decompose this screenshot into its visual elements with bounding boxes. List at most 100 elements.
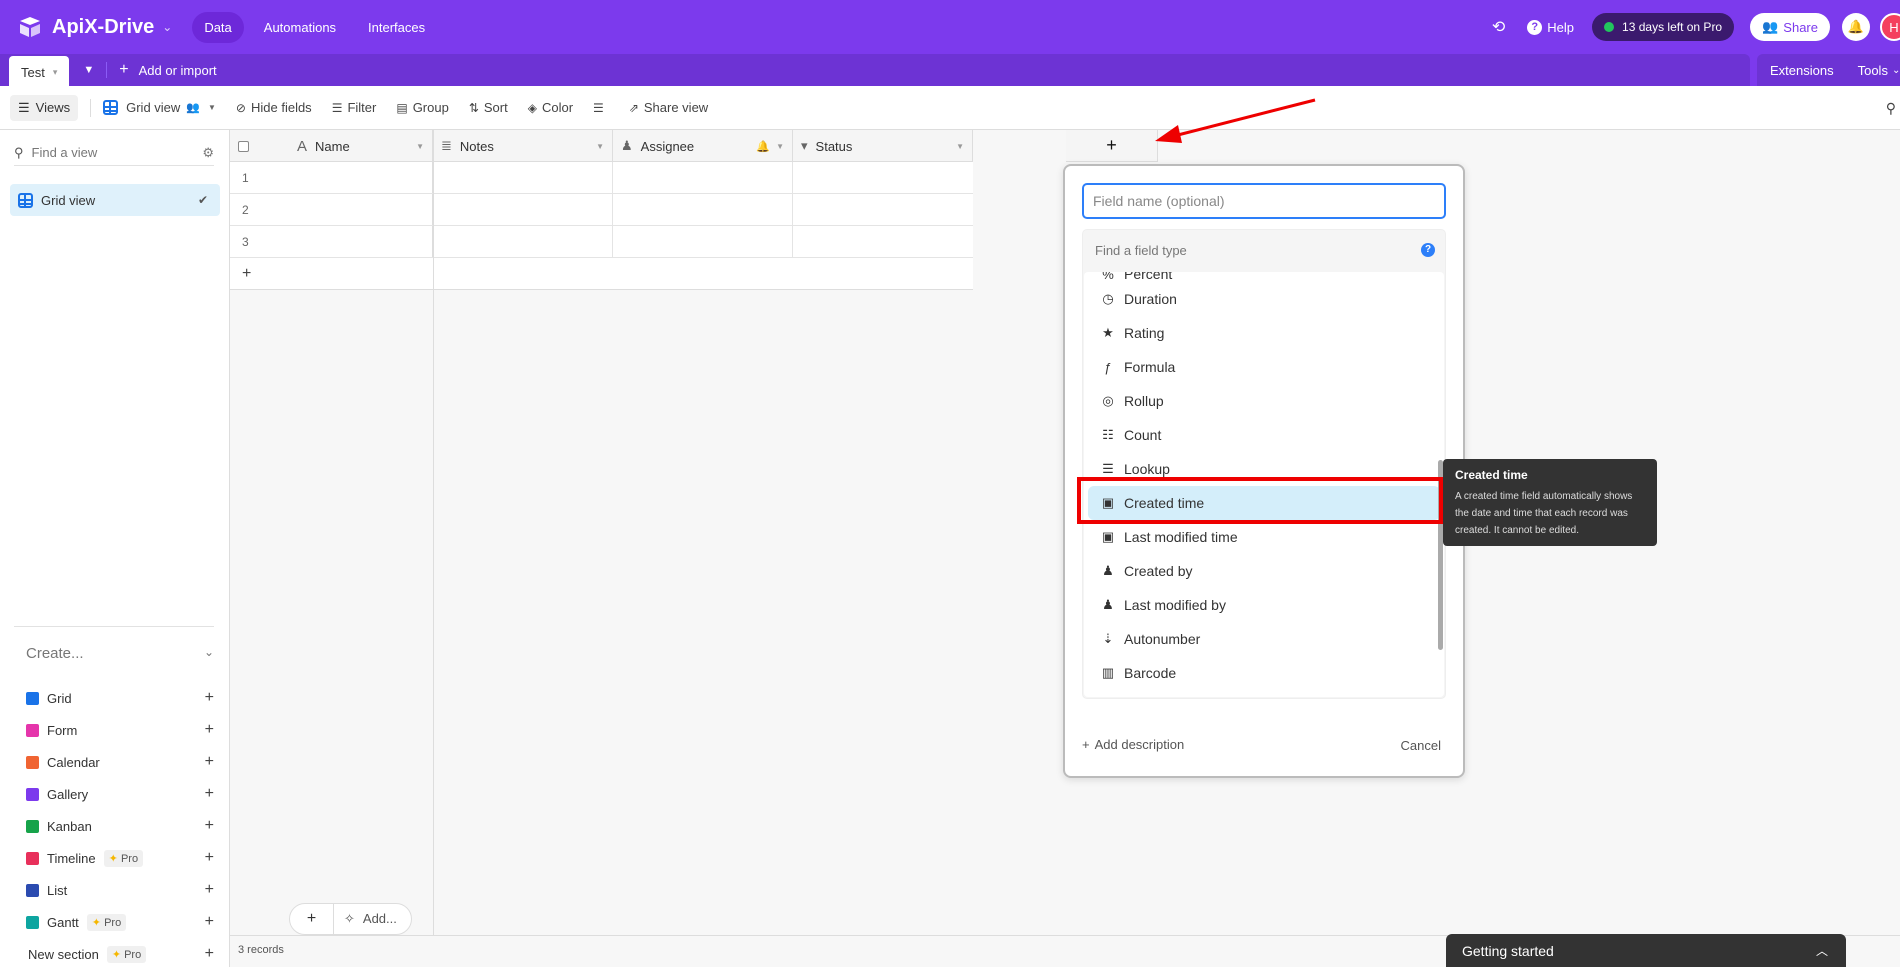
create-view-gantt[interactable]: Gantt ✦ Pro + — [14, 906, 214, 938]
select-all-checkbox[interactable] — [238, 140, 249, 152]
plus-icon[interactable]: + — [205, 753, 214, 771]
hide-fields-button[interactable]: ⊘ Hide fields — [236, 100, 312, 115]
color-button[interactable]: ◈ Color — [528, 100, 573, 115]
add-record-button[interactable]: + — [290, 904, 334, 934]
create-view-list[interactable]: List + — [14, 874, 214, 906]
group-button[interactable]: ▤ Group — [396, 100, 448, 115]
share-view-button[interactable]: ⇗ Share view — [629, 100, 708, 115]
field-type-rating[interactable]: ★ Rating — [1088, 316, 1440, 350]
column-header-name[interactable]: A Name ▼ — [230, 130, 433, 162]
more-tables-chevron-icon[interactable]: ▼ — [83, 64, 94, 76]
extensions-button[interactable]: Extensions — [1770, 63, 1834, 78]
table-row[interactable]: 2 — [230, 194, 973, 226]
cell-notes[interactable] — [433, 194, 613, 225]
dropdown-caret-icon[interactable]: ▼ — [776, 142, 784, 151]
field-type-formula[interactable]: ƒ Formula — [1088, 350, 1440, 384]
create-section-toggle[interactable]: Create... ⌄ — [14, 645, 214, 662]
plus-icon[interactable]: + — [205, 881, 214, 899]
create-view-label: List — [47, 882, 68, 898]
add-row-button[interactable]: + — [230, 258, 973, 290]
create-view-gallery[interactable]: Gallery + — [14, 778, 214, 810]
cancel-button[interactable]: Cancel — [1401, 738, 1441, 753]
plus-icon[interactable]: + — [205, 817, 214, 835]
cell-status[interactable] — [793, 194, 973, 225]
field-type-last-modified-by[interactable]: ♟ Last modified by — [1088, 588, 1440, 622]
field-type-percent[interactable]: % Percent — [1088, 272, 1440, 282]
views-toggle-button[interactable]: ☰ Views — [10, 94, 79, 121]
chevron-down-icon[interactable]: ▾ — [53, 67, 58, 78]
column-header-assignee[interactable]: ♟ Assignee 🔔 ▼ — [613, 130, 793, 162]
nav-tab-automations[interactable]: Automations — [252, 12, 348, 43]
nav-tab-interfaces[interactable]: Interfaces — [356, 12, 437, 43]
search-icon[interactable]: ⚲ — [1886, 100, 1896, 117]
sort-button[interactable]: ⇅ Sort — [469, 100, 508, 115]
share-button[interactable]: 👥 Share — [1750, 13, 1830, 41]
field-name-input[interactable] — [1082, 183, 1446, 219]
table-row[interactable]: 3 — [230, 226, 973, 258]
field-type-created-by[interactable]: ♟ Created by — [1088, 554, 1440, 588]
add-description-button[interactable]: + Add description — [1082, 737, 1184, 752]
app-logo[interactable]: ApiX-Drive ⌄ — [18, 16, 172, 39]
help-icon[interactable]: ? — [1421, 243, 1435, 257]
create-new-section[interactable]: New section ✦ Pro + — [14, 938, 214, 970]
gallery-view-icon — [26, 787, 39, 801]
filter-button[interactable]: ☰ Filter — [332, 100, 377, 115]
field-type-autonumber[interactable]: ⇣ Autonumber — [1088, 622, 1440, 656]
field-type-created-time[interactable]: ▣ Created time — [1088, 486, 1440, 520]
create-view-timeline[interactable]: Timeline ✦ Pro + — [14, 842, 214, 874]
tools-button[interactable]: Tools — [1858, 63, 1888, 78]
field-type-duration[interactable]: ◷ Duration — [1088, 282, 1440, 316]
add-with-ai-button[interactable]: ✧ Add... — [334, 911, 411, 927]
plus-icon[interactable]: + — [205, 913, 214, 931]
create-view-calendar[interactable]: Calendar + — [14, 746, 214, 778]
cell-assignee[interactable] — [613, 194, 793, 225]
column-header-status[interactable]: ▾ Status ▼ — [793, 130, 973, 162]
chevron-down-icon[interactable]: ⌄ — [162, 20, 172, 34]
history-icon[interactable]: ⟲ — [1492, 17, 1505, 37]
plus-icon[interactable]: + — [205, 849, 214, 867]
create-view-form[interactable]: Form + — [14, 714, 214, 746]
cell-status[interactable] — [793, 226, 973, 257]
field-type-last-modified-time[interactable]: ▣ Last modified time — [1088, 520, 1440, 554]
create-view-kanban[interactable]: Kanban + — [14, 810, 214, 842]
plus-icon[interactable]: + — [205, 785, 214, 803]
field-type-lookup[interactable]: ☰ Lookup — [1088, 452, 1440, 486]
cell-assignee[interactable] — [613, 162, 793, 193]
field-type-search[interactable]: Find a field type ? — [1083, 230, 1445, 270]
help-button[interactable]: ? Help — [1527, 19, 1574, 35]
table-row[interactable]: 1 — [230, 162, 973, 194]
view-switcher[interactable]: Grid view 👥 ▼ — [103, 100, 216, 115]
row-height-button[interactable]: ☰ — [593, 101, 609, 115]
find-view-input[interactable]: Find a view — [32, 145, 98, 160]
sidebar-view-grid-view[interactable]: Grid view ✔ — [10, 184, 220, 216]
getting-started-panel[interactable]: Getting started ︿ — [1446, 934, 1846, 967]
field-type-barcode[interactable]: ▥ Barcode — [1088, 656, 1440, 690]
trial-badge[interactable]: 13 days left on Pro — [1592, 13, 1735, 41]
cell-notes[interactable] — [433, 226, 613, 257]
find-view-search[interactable]: ⚲ Find a view ⚙ — [14, 140, 214, 166]
dropdown-caret-icon[interactable]: ▼ — [596, 142, 604, 151]
field-type-label: Count — [1124, 427, 1162, 443]
field-type-rollup[interactable]: ◎ Rollup — [1088, 384, 1440, 418]
chevron-down-icon[interactable]: ⌄ — [1892, 65, 1900, 76]
plus-icon[interactable]: + — [205, 721, 214, 739]
plus-icon[interactable]: + — [205, 945, 214, 963]
cell-notes[interactable] — [433, 162, 613, 193]
gear-icon[interactable]: ⚙ — [202, 145, 214, 161]
cell-assignee[interactable] — [613, 226, 793, 257]
add-field-button[interactable]: + — [1066, 130, 1158, 162]
add-or-import-button[interactable]: + Add or import — [119, 61, 216, 79]
nav-tab-data[interactable]: Data — [192, 11, 244, 43]
table-tab-test[interactable]: Test ▾ — [9, 56, 70, 88]
avatar[interactable]: H — [1880, 13, 1900, 41]
notifications-button[interactable]: 🔔 — [1842, 13, 1870, 41]
field-type-count[interactable]: ☷ Count — [1088, 418, 1440, 452]
dropdown-caret-icon[interactable]: ▼ — [416, 142, 424, 151]
column-header-notes[interactable]: ≣ Notes ▼ — [433, 130, 613, 162]
cell-status[interactable] — [793, 162, 973, 193]
chevron-up-icon[interactable]: ︿ — [1816, 942, 1828, 959]
create-view-grid[interactable]: Grid + — [14, 682, 214, 714]
plus-icon[interactable]: + — [205, 689, 214, 707]
dropdown-caret-icon[interactable]: ▼ — [956, 142, 964, 151]
field-type-search-input[interactable]: Find a field type — [1095, 243, 1187, 258]
